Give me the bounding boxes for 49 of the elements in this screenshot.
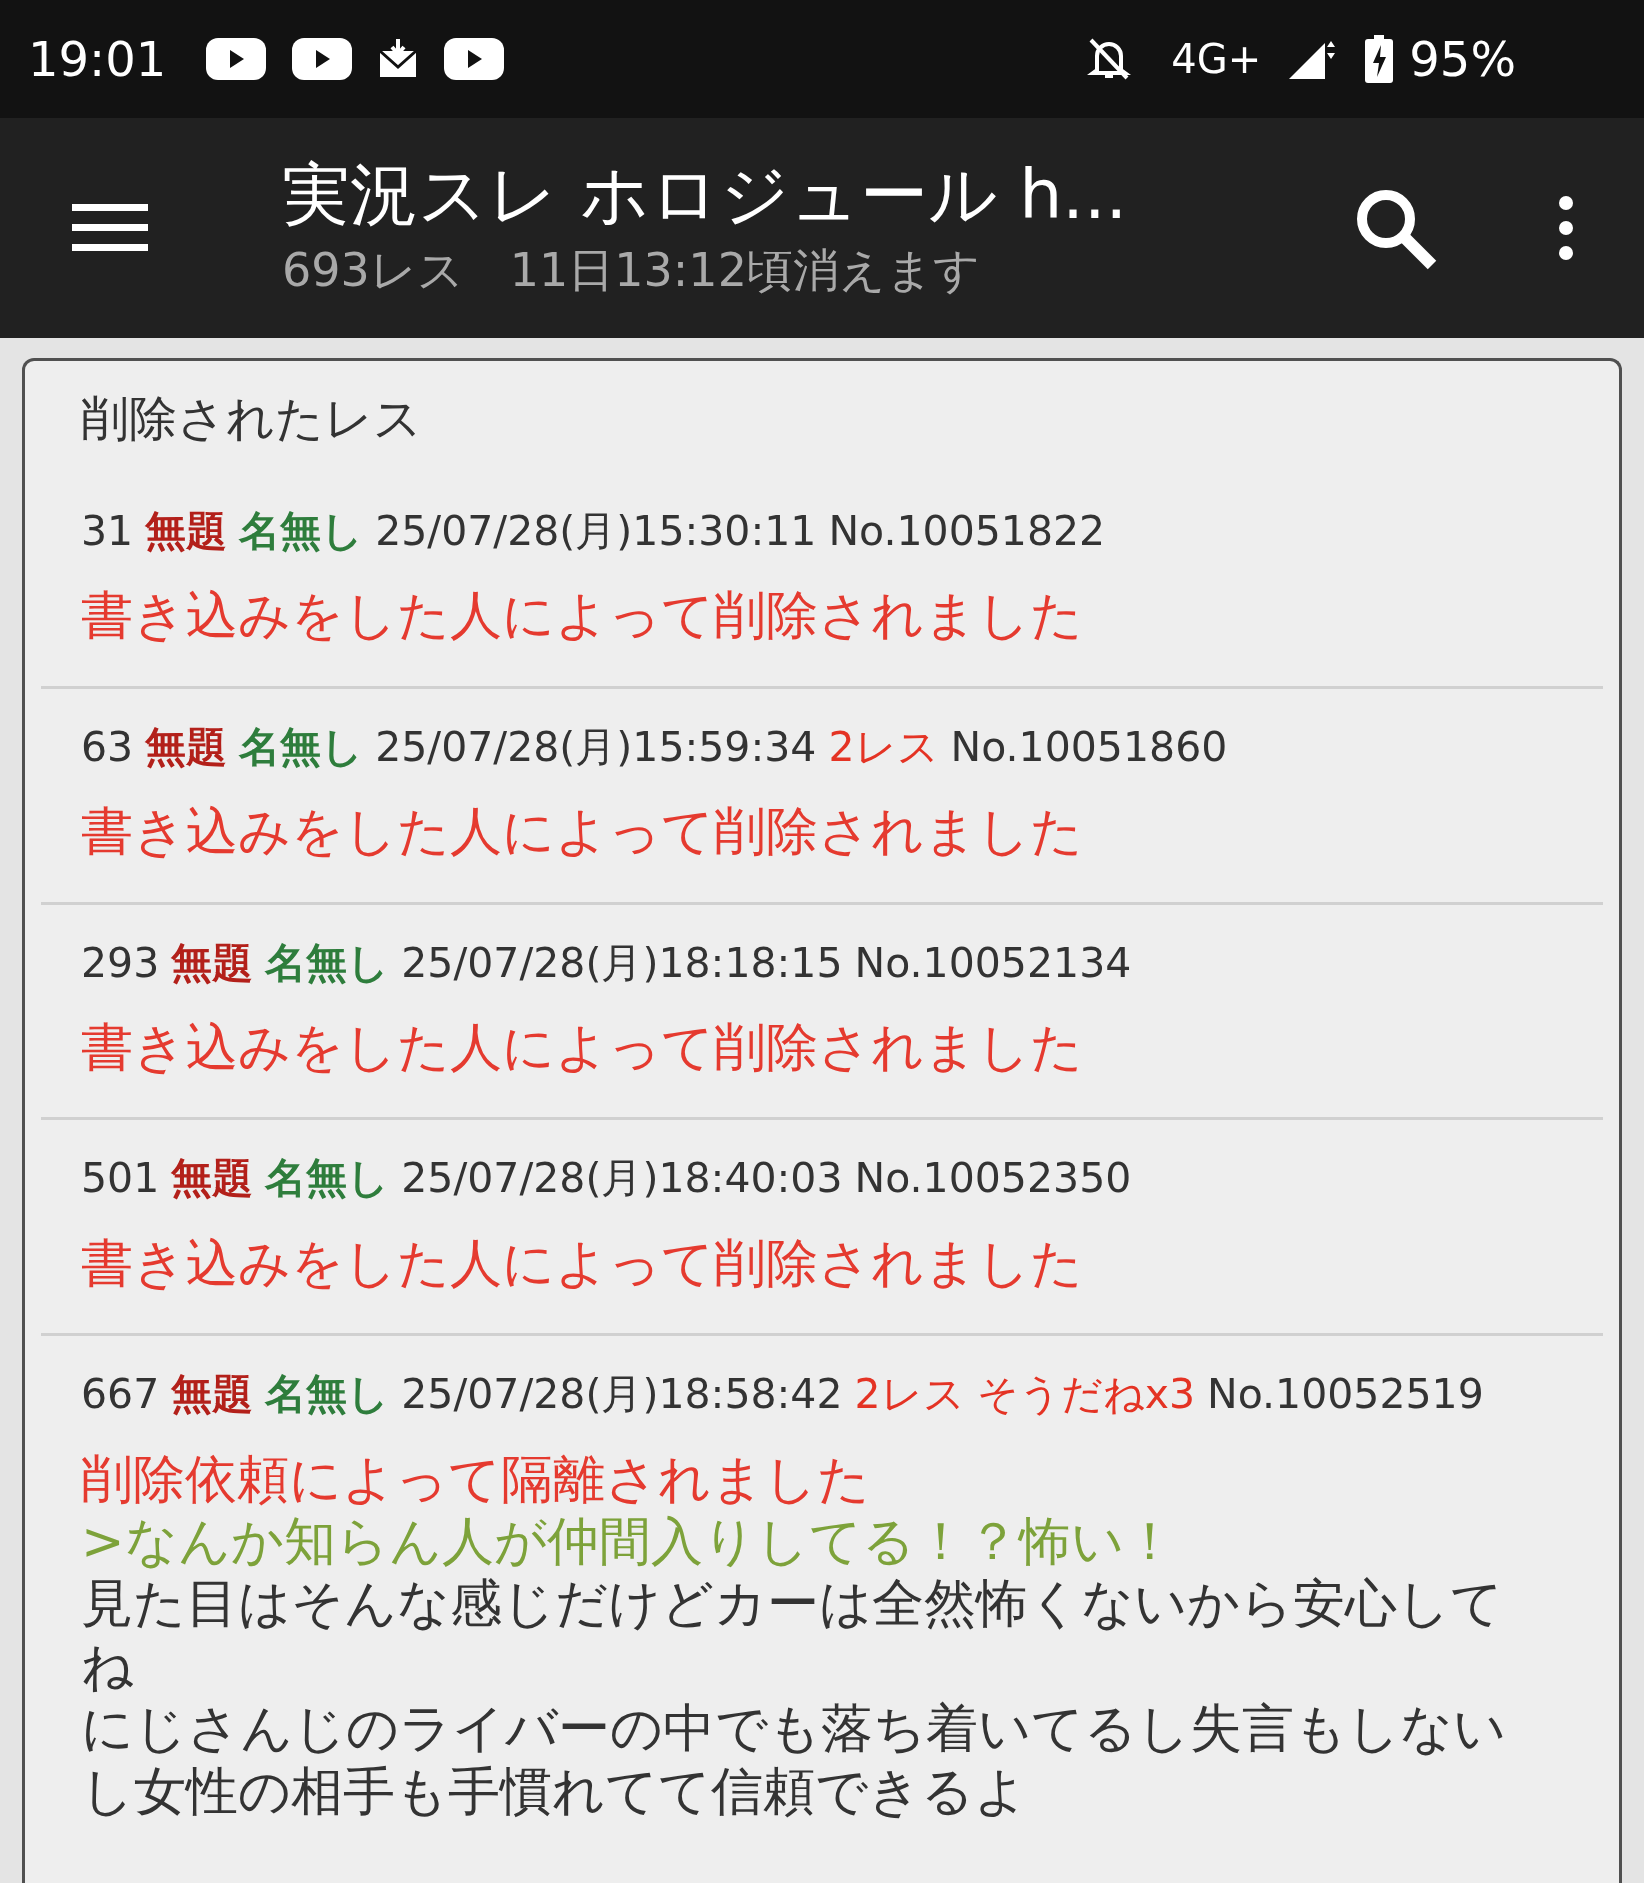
post-number: 293 <box>81 937 160 989</box>
deletion-notice: 書き込みをした人によって削除されました <box>81 1016 1084 1080</box>
post-id: No.10051860 <box>950 721 1228 773</box>
post-date: 25/07/28(月)18:40:03 <box>401 1153 843 1205</box>
network-type: 4G+ <box>1171 36 1262 82</box>
dialog-title: 削除されたレス <box>80 389 423 448</box>
battery-charging-icon <box>1365 35 1394 83</box>
poster-name: 名無し <box>239 506 364 557</box>
envelope-icon <box>378 39 419 79</box>
post-subject: 無題 <box>145 506 228 557</box>
post-subject: 無題 <box>171 1369 254 1421</box>
bell-off-icon <box>1087 36 1132 82</box>
post-date: 25/07/28(月)15:30:11 <box>375 506 817 557</box>
post-date: 25/07/28(月)18:58:42 <box>401 1369 843 1421</box>
post-id: No.10052519 <box>1207 1369 1484 1421</box>
post-subject: 無題 <box>171 1153 254 1205</box>
post-id: No.10052134 <box>854 937 1132 989</box>
video-play-icon <box>206 38 267 80</box>
deletion-notice: 削除依頼によって隔離されました <box>81 1447 871 1511</box>
clock: 19:01 <box>28 31 167 87</box>
battery-percent: 95% <box>1409 31 1516 87</box>
post-subject: 無題 <box>145 721 228 773</box>
poster-name: 名無し <box>239 721 364 773</box>
post-text: にじさんじのライバーの中でも落ち着いてるし失言もしないし女性の相手も手慣れてて信頼できるよ <box>81 1697 1507 1823</box>
poster-name: 名無し <box>265 1153 390 1205</box>
video-play-icon <box>444 38 505 80</box>
post-subject: 無題 <box>171 937 254 989</box>
post-id: No.10052350 <box>854 1153 1132 1205</box>
reply-count: 2レス <box>854 1369 965 1421</box>
thread-title: 実況スレ ホロジュール h... <box>282 154 1129 236</box>
like-count: そうだねx3 <box>976 1369 1195 1421</box>
deletion-notice: 書き込みをした人によって削除されました <box>81 1231 1084 1295</box>
post-text: 見た目はそんな感じだけどカーは全然怖くないから安心してね <box>81 1572 1504 1698</box>
poster-name: 名無し <box>265 937 390 989</box>
post-id: No.10051822 <box>828 506 1106 557</box>
post-number: 667 <box>81 1369 160 1421</box>
quoted-text: >なんか知らん人が仲間入りしてる！？怖い！ <box>81 1510 1177 1573</box>
reply-count: 2レス <box>828 721 939 773</box>
thread-info: 693レス 11日13:12頃消えます <box>282 241 981 299</box>
post-number: 63 <box>81 721 134 773</box>
post-date: 25/07/28(月)18:18:15 <box>401 937 843 989</box>
deletion-notice: 書き込みをした人によって削除されました <box>81 584 1084 648</box>
post-number: 501 <box>81 1153 160 1205</box>
poster-name: 名無し <box>265 1369 390 1421</box>
post-number: 31 <box>81 506 134 557</box>
post-date: 25/07/28(月)15:59:34 <box>375 721 817 773</box>
more-options-icon[interactable] <box>1558 195 1574 261</box>
deletion-notice: 書き込みをした人によって削除されました <box>81 800 1084 864</box>
video-play-icon <box>292 38 353 80</box>
